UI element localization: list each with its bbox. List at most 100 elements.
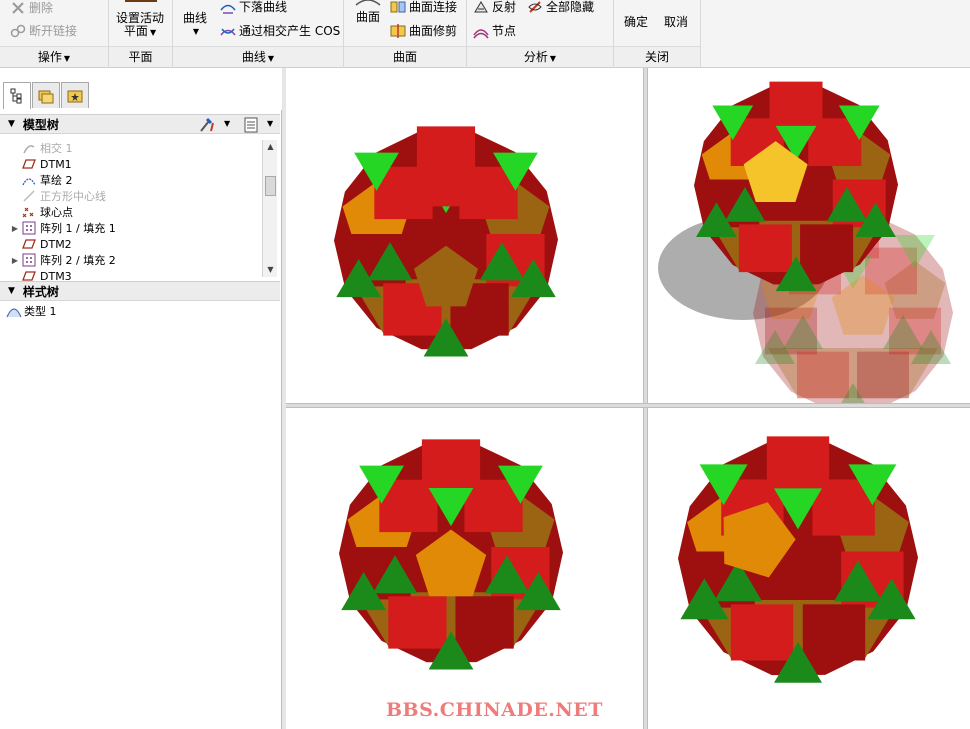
node-button[interactable]: 节点 [473, 22, 516, 39]
viewport-top-right[interactable] [648, 68, 970, 417]
pattern-icon [22, 253, 36, 267]
vertical-splitter[interactable] [643, 68, 648, 729]
model-tree-item[interactable]: 球心点 [0, 204, 73, 220]
drop-curve-label: 下落曲线 [239, 0, 288, 14]
model-tree-item-label: 相交 1 [40, 142, 73, 155]
ribbon-group-close: 确定 取消 关闭 [614, 0, 701, 68]
chevron-down-icon[interactable]: ▼ [267, 119, 273, 128]
model-tree-item[interactable]: 正方形中心线 [0, 188, 106, 204]
surface-label: 曲面 [355, 10, 380, 24]
list-settings-icon[interactable] [243, 117, 259, 133]
tools-icon[interactable] [199, 117, 215, 133]
watermark-text: BBS.CHINADE.NET [386, 699, 603, 721]
ok-label: 确定 [624, 15, 649, 29]
style-tree-item-label: 类型 1 [24, 305, 57, 318]
favorites-folder-icon [67, 88, 83, 104]
scroll-thumb[interactable] [265, 176, 276, 196]
ribbon-group-surfaces: 曲面 曲面连接 曲面修剪 曲面 [344, 0, 467, 68]
ribbon-group-analysis: 反射 全部隐藏 节点 分析 ▼ [467, 0, 614, 68]
square-face [800, 224, 854, 273]
expand-arrow-icon[interactable]: ▶ [8, 256, 22, 265]
model-tree-header[interactable]: ▼ 模型树 ▼ ▼ [0, 114, 280, 134]
surface-trim-button[interactable]: 曲面修剪 [390, 22, 457, 39]
analysis-group-title[interactable]: 分析 ▼ [467, 46, 613, 67]
collapse-icon: ▼ [8, 119, 15, 129]
cos-button[interactable]: 通过相交产生 COS [220, 22, 340, 39]
folder-icon [38, 88, 54, 104]
left-panel: ▼ 模型树 ▼ ▼ 相交 1 DTM1 草绘 2 正方形中心线球心点 ▶ 阵列 1 / 填… [0, 68, 282, 729]
sketch-icon [22, 173, 36, 187]
square-face [421, 439, 481, 492]
model-tree-item[interactable]: 相交 1 [0, 140, 73, 156]
square-face [766, 436, 830, 493]
model-tree-item-label: 球心点 [40, 206, 73, 219]
ribbon-group-plane: 设置活动 平面 ▼ 平面 [109, 0, 173, 68]
model-tree-item[interactable]: DTM1 [0, 156, 72, 172]
delete-button[interactable]: 删除 [10, 0, 53, 16]
reflect-button[interactable]: 反射 [473, 0, 516, 15]
delete-label: 删除 [29, 1, 54, 15]
cancel-button[interactable]: 取消 [664, 13, 688, 30]
close-title-text: 关闭 [644, 50, 669, 64]
viewport-bottom-right[interactable] [648, 408, 970, 729]
ribbon-group-operations: 删除 断开链接 操作 ▼ [0, 0, 109, 68]
curves-title-text: 曲线 [241, 50, 266, 64]
operations-group-title[interactable]: 操作 ▼ [0, 46, 108, 67]
cancel-label: 取消 [664, 15, 689, 29]
datum-plane-icon [22, 237, 36, 251]
surfaces-title-text: 曲面 [392, 50, 417, 64]
break-link-icon [10, 23, 26, 39]
square-face [730, 604, 794, 661]
cos-icon [220, 23, 236, 39]
tab-model-tree[interactable] [3, 82, 31, 109]
surface-trim-label: 曲面修剪 [409, 24, 458, 38]
square-face [455, 596, 514, 649]
plane-icon [125, 0, 157, 2]
expand-arrow-icon[interactable]: ▶ [8, 224, 22, 233]
collapse-icon: ▼ [8, 286, 15, 296]
scroll-down-icon[interactable]: ▼ [263, 263, 278, 277]
model-tree-item[interactable]: DTM2 [0, 236, 72, 252]
tree-icon [9, 88, 25, 104]
chevron-down-icon[interactable]: ▼ [224, 119, 230, 128]
square-face [802, 604, 866, 661]
ok-button[interactable]: 确定 [624, 13, 648, 30]
model-tree-title: 模型树 [22, 117, 59, 132]
hide-all-button[interactable]: 全部隐藏 [527, 0, 594, 15]
model-tree-item-label: 草绘 2 [40, 174, 73, 187]
curve-button[interactable]: 曲线 ▼ [183, 12, 207, 38]
hide-all-label: 全部隐藏 [546, 0, 595, 14]
tab-favorites[interactable] [61, 82, 89, 108]
break-link-label: 断开链接 [29, 24, 78, 38]
drop-curve-button[interactable]: 下落曲线 [220, 0, 287, 15]
surface-button[interactable]: 曲面 [354, 0, 382, 25]
surface-connect-button[interactable]: 曲面连接 [390, 0, 457, 15]
set-active-plane-button[interactable]: 设置活动 平面 ▼ [116, 12, 164, 39]
tab-folder-browser[interactable] [32, 82, 60, 108]
viewport-top-left[interactable] [286, 68, 643, 403]
node-label: 节点 [492, 24, 517, 38]
scroll-up-icon[interactable]: ▲ [263, 140, 278, 154]
polyhedron-reflection-view [658, 81, 953, 417]
model-tree-item[interactable]: ▶ 阵列 2 / 填充 2 [0, 252, 116, 268]
operations-title-text: 操作 [37, 50, 62, 64]
model-tree-scrollbar[interactable]: ▲ ▼ [262, 140, 277, 277]
square-face [797, 351, 849, 399]
close-group-title: 关闭 [614, 46, 700, 67]
chevron-down-icon: ▼ [63, 54, 71, 63]
model-tree-item[interactable]: 草绘 2 [0, 172, 73, 188]
style-tree-header[interactable]: ▼ 样式树 [0, 281, 280, 301]
chevron-down-icon: ▼ [549, 54, 557, 63]
surface-icon [354, 0, 382, 6]
curves-group-title[interactable]: 曲线 ▼ [173, 46, 343, 67]
datum-point-icon [22, 205, 36, 219]
hide-all-icon [527, 0, 543, 15]
intersect-icon [22, 141, 36, 155]
delete-icon [10, 0, 26, 16]
style-tree-item[interactable]: 类型 1 [0, 303, 57, 319]
break-link-button[interactable]: 断开链接 [10, 22, 77, 39]
viewport-bottom-left[interactable] [286, 408, 643, 729]
horizontal-splitter[interactable] [286, 403, 970, 408]
polyhedron-iso-view [678, 436, 918, 683]
model-tree-item[interactable]: ▶ 阵列 1 / 填充 1 [0, 220, 116, 236]
